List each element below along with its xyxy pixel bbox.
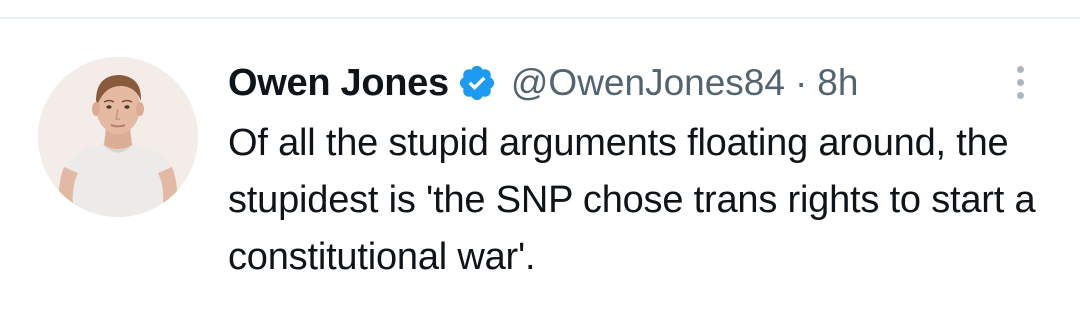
tweet-text: Of all the stupid arguments floating aro… — [228, 122, 1036, 278]
tweet[interactable]: Owen Jones @OwenJones84 · 8h Of all the … — [0, 19, 1080, 326]
more-options-button[interactable] — [1006, 57, 1034, 107]
author-display-name[interactable]: Owen Jones — [228, 62, 449, 105]
tweet-timestamp[interactable]: 8h — [817, 62, 858, 104]
ellipsis-vertical-icon-dot — [1016, 91, 1024, 99]
verified-badge-icon — [457, 63, 497, 103]
avatar[interactable] — [38, 57, 198, 217]
author-handle[interactable]: @OwenJones84 — [511, 62, 785, 104]
separator-dot: · — [794, 62, 808, 103]
ellipsis-vertical-icon-dot — [1016, 78, 1024, 86]
avatar-photo — [38, 57, 198, 217]
ellipsis-vertical-icon-dot — [1016, 65, 1024, 73]
tweet-header: Owen Jones @OwenJones84 · 8h — [228, 57, 858, 109]
